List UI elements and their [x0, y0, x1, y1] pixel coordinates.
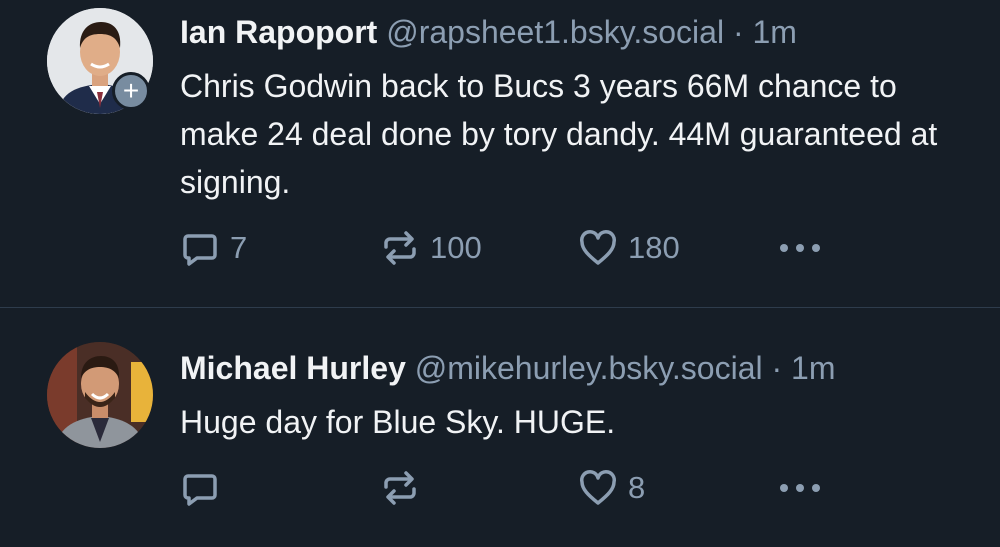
post-time[interactable]: 1m	[791, 350, 835, 386]
repost-button[interactable]	[380, 466, 430, 510]
post-text: Huge day for Blue Sky. HUGE.	[180, 404, 616, 440]
author-name[interactable]: Michael Hurley	[180, 350, 406, 386]
like-button[interactable]: 8	[578, 466, 645, 510]
author-name[interactable]: Ian Rapoport	[180, 14, 377, 50]
repost-icon	[384, 471, 416, 505]
like-count: 180	[628, 230, 680, 265]
repost-icon	[384, 231, 416, 265]
avatar-portrait	[47, 342, 153, 448]
reply-button[interactable]: 7	[180, 226, 247, 270]
reply-count: 7	[230, 230, 248, 265]
separator-dot: ·	[771, 350, 783, 386]
more-icon	[780, 244, 820, 252]
reply-icon	[183, 234, 217, 266]
like-icon	[580, 230, 616, 265]
post-header: Ian Rapoport @rapsheet1.bsky.social · 1m	[180, 12, 797, 52]
author-handle[interactable]: @rapsheet1.bsky.social	[386, 14, 724, 50]
more-options-button[interactable]	[776, 466, 824, 510]
separator-dot: ·	[732, 14, 744, 50]
repost-count: 100	[430, 230, 482, 265]
post-michael-hurley[interactable]: Michael Hurley @mikehurley.bsky.social ·…	[0, 308, 1000, 546]
like-icon	[580, 470, 616, 505]
author-handle[interactable]: @mikehurley.bsky.social	[415, 350, 763, 386]
post-header: Michael Hurley @mikehurley.bsky.social ·…	[180, 348, 835, 388]
more-icon	[780, 484, 820, 492]
post-ian-rapoport[interactable]: + Ian Rapoport @rapsheet1.bsky.social · …	[0, 0, 1000, 308]
reply-icon	[183, 474, 217, 506]
follow-plus-icon[interactable]: +	[112, 72, 150, 110]
post-text: Chris Godwin back to Bucs 3 years 66M ch…	[180, 68, 938, 200]
reply-button[interactable]	[180, 466, 230, 510]
post-time[interactable]: 1m	[752, 14, 796, 50]
post-actions: 7 100 180	[0, 226, 1000, 270]
avatar-michael-hurley[interactable]	[47, 342, 153, 448]
post-actions: 8	[0, 466, 1000, 510]
like-count: 8	[628, 470, 646, 505]
like-button[interactable]: 180	[578, 226, 680, 270]
more-options-button[interactable]	[776, 226, 824, 270]
repost-button[interactable]: 100	[380, 226, 482, 270]
